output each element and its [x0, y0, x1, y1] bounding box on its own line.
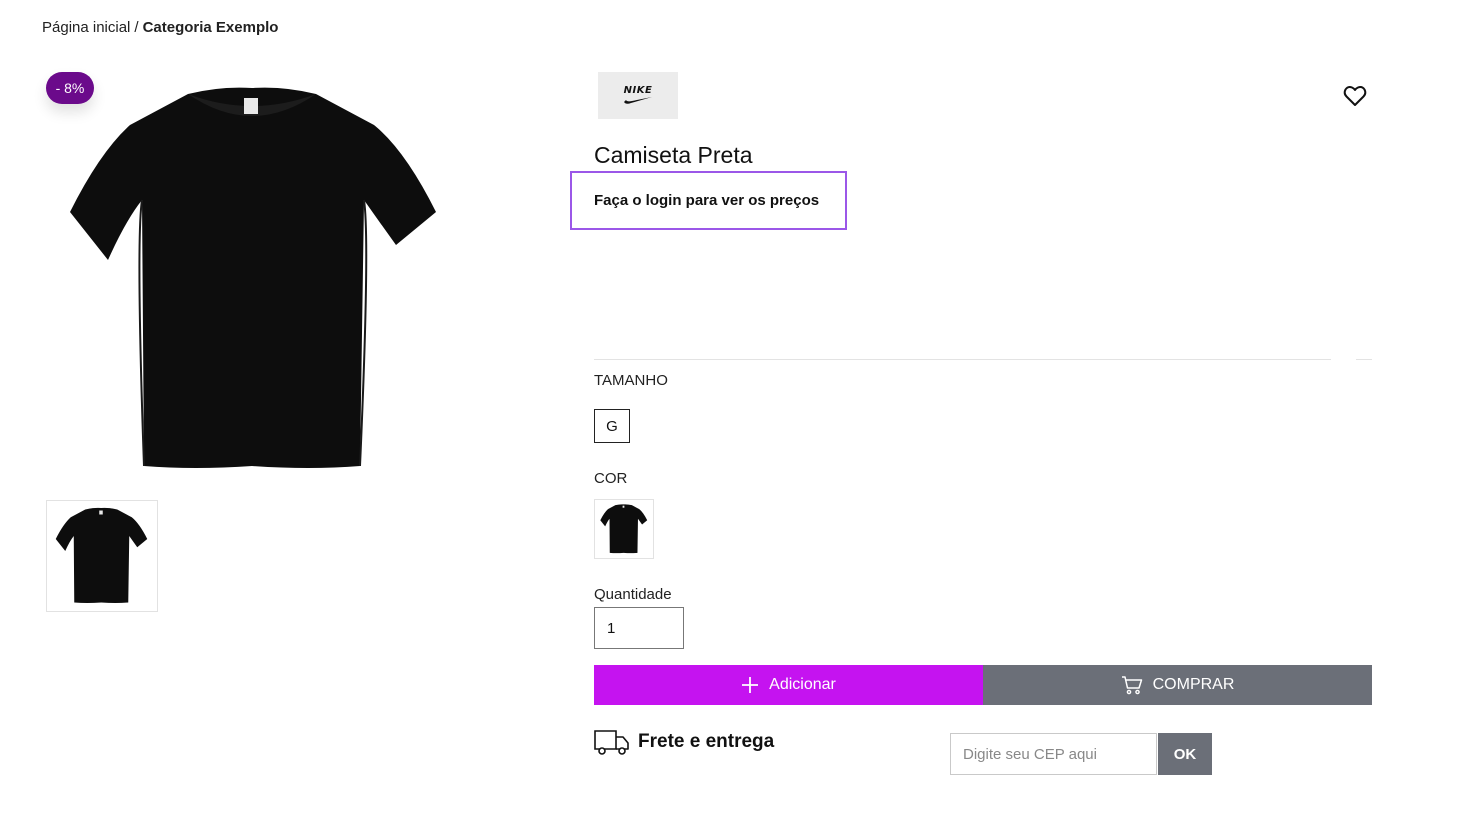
login-price-notice[interactable]: Faça o login para ver os preços	[570, 171, 847, 230]
breadcrumb: Página inicial / Categoria Exemplo	[42, 19, 278, 36]
truck-icon	[594, 730, 629, 755]
product-main-image[interactable]	[60, 80, 450, 480]
breadcrumb-home-link[interactable]: Página inicial	[42, 19, 130, 36]
product-page: Página inicial / Categoria Exemplo - 8% NI…	[0, 0, 1457, 826]
size-option-g[interactable]: G	[594, 409, 630, 443]
divider	[594, 359, 1331, 360]
login-price-notice-text: Faça o login para ver os preços	[594, 192, 820, 209]
plus-icon	[742, 677, 759, 693]
product-title: Camiseta Preta	[594, 142, 753, 168]
brand-logo-text: NIKE	[623, 85, 653, 96]
tshirt-image-icon	[70, 87, 436, 468]
color-label: COR	[594, 470, 628, 487]
quantity-input[interactable]	[594, 607, 684, 649]
add-button-label: Adicionar	[769, 676, 836, 693]
add-button[interactable]: Adicionar	[594, 665, 983, 705]
cep-input[interactable]	[950, 733, 1157, 775]
breadcrumb-separator: /	[134, 19, 139, 36]
color-option-black[interactable]	[594, 499, 654, 559]
buy-button-label: COMPRAR	[1152, 676, 1235, 693]
cep-ok-button[interactable]: OK	[1158, 733, 1212, 775]
discount-badge: - 8%	[46, 72, 94, 104]
quantity-label: Quantidade	[594, 586, 672, 603]
brand-logo[interactable]: NIKE	[598, 72, 678, 119]
tshirt-color-swatch-icon	[600, 504, 648, 554]
shipping-section: Frete e entrega	[594, 728, 774, 756]
favorite-button[interactable]	[1342, 84, 1368, 108]
swoosh-icon	[624, 97, 652, 104]
cart-icon	[1121, 676, 1142, 695]
size-label: TAMANHO	[594, 372, 668, 389]
breadcrumb-current[interactable]: Categoria Exemplo	[143, 19, 279, 36]
divider	[1356, 359, 1372, 360]
buy-button[interactable]: COMPRAR	[983, 665, 1372, 705]
shipping-title: Frete e entrega	[638, 731, 775, 752]
product-thumbnail[interactable]	[46, 500, 158, 612]
tshirt-thumbnail-icon	[55, 507, 148, 603]
heart-outline-icon	[1343, 85, 1367, 106]
